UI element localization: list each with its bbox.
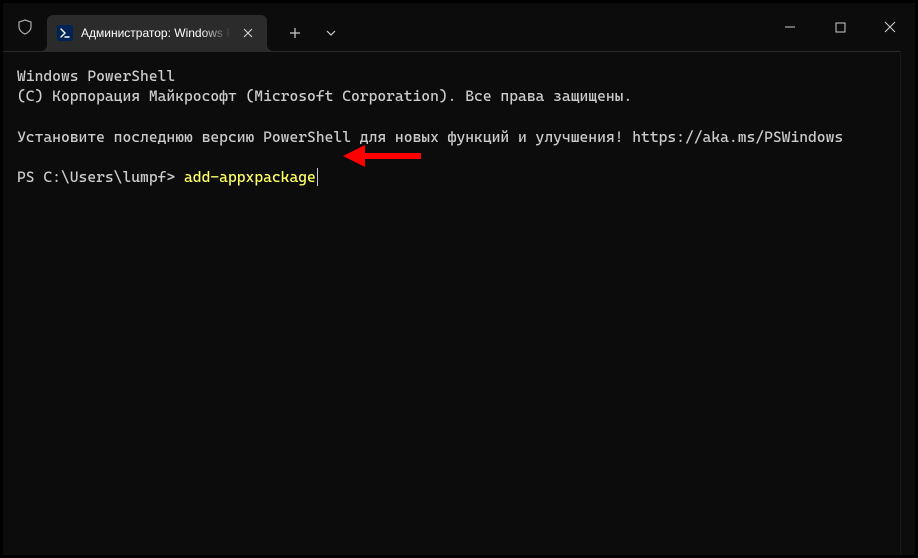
minimize-icon [784, 21, 796, 33]
chevron-down-icon [325, 27, 337, 39]
terminal-blank-line [17, 147, 901, 167]
admin-shield-area [3, 3, 47, 51]
terminal-prompt-line: PS C:\Users\lumpf> add-appxpackage [17, 167, 901, 187]
vertical-scrollbar[interactable] [900, 51, 915, 555]
titlebar-drag-area[interactable] [349, 3, 765, 51]
tab-dropdown-button[interactable] [313, 15, 349, 51]
text-cursor [317, 168, 318, 186]
window-controls [765, 3, 915, 51]
prompt-text: PS C:\Users\lumpf> [17, 167, 184, 187]
terminal-output-line: (C) Корпорация Майкрософт (Microsoft Cor… [17, 86, 901, 106]
close-icon [243, 28, 253, 38]
maximize-button[interactable] [815, 3, 865, 51]
terminal-blank-line [17, 107, 901, 127]
terminal-window: Администратор: Windows PowerShell [0, 0, 918, 558]
close-window-button[interactable] [865, 3, 915, 51]
tab-title: Администратор: Windows PowerShell [81, 26, 231, 40]
command-text: add-appxpackage [184, 167, 316, 187]
tab-strip: Администратор: Windows PowerShell [47, 3, 349, 51]
close-icon [884, 21, 896, 33]
tab-powershell[interactable]: Администратор: Windows PowerShell [47, 15, 267, 51]
minimize-button[interactable] [765, 3, 815, 51]
plus-icon [289, 27, 301, 39]
titlebar: Администратор: Windows PowerShell [3, 3, 915, 51]
terminal-output-line: Windows PowerShell [17, 66, 901, 86]
maximize-icon [835, 22, 846, 33]
terminal-output-line: Установите последнюю версию PowerShell д… [17, 127, 901, 147]
powershell-icon [57, 25, 73, 41]
new-tab-button[interactable] [277, 15, 313, 51]
tab-close-button[interactable] [239, 24, 257, 42]
terminal-body[interactable]: Windows PowerShell (C) Корпорация Майкро… [3, 51, 915, 555]
shield-icon [17, 19, 33, 35]
